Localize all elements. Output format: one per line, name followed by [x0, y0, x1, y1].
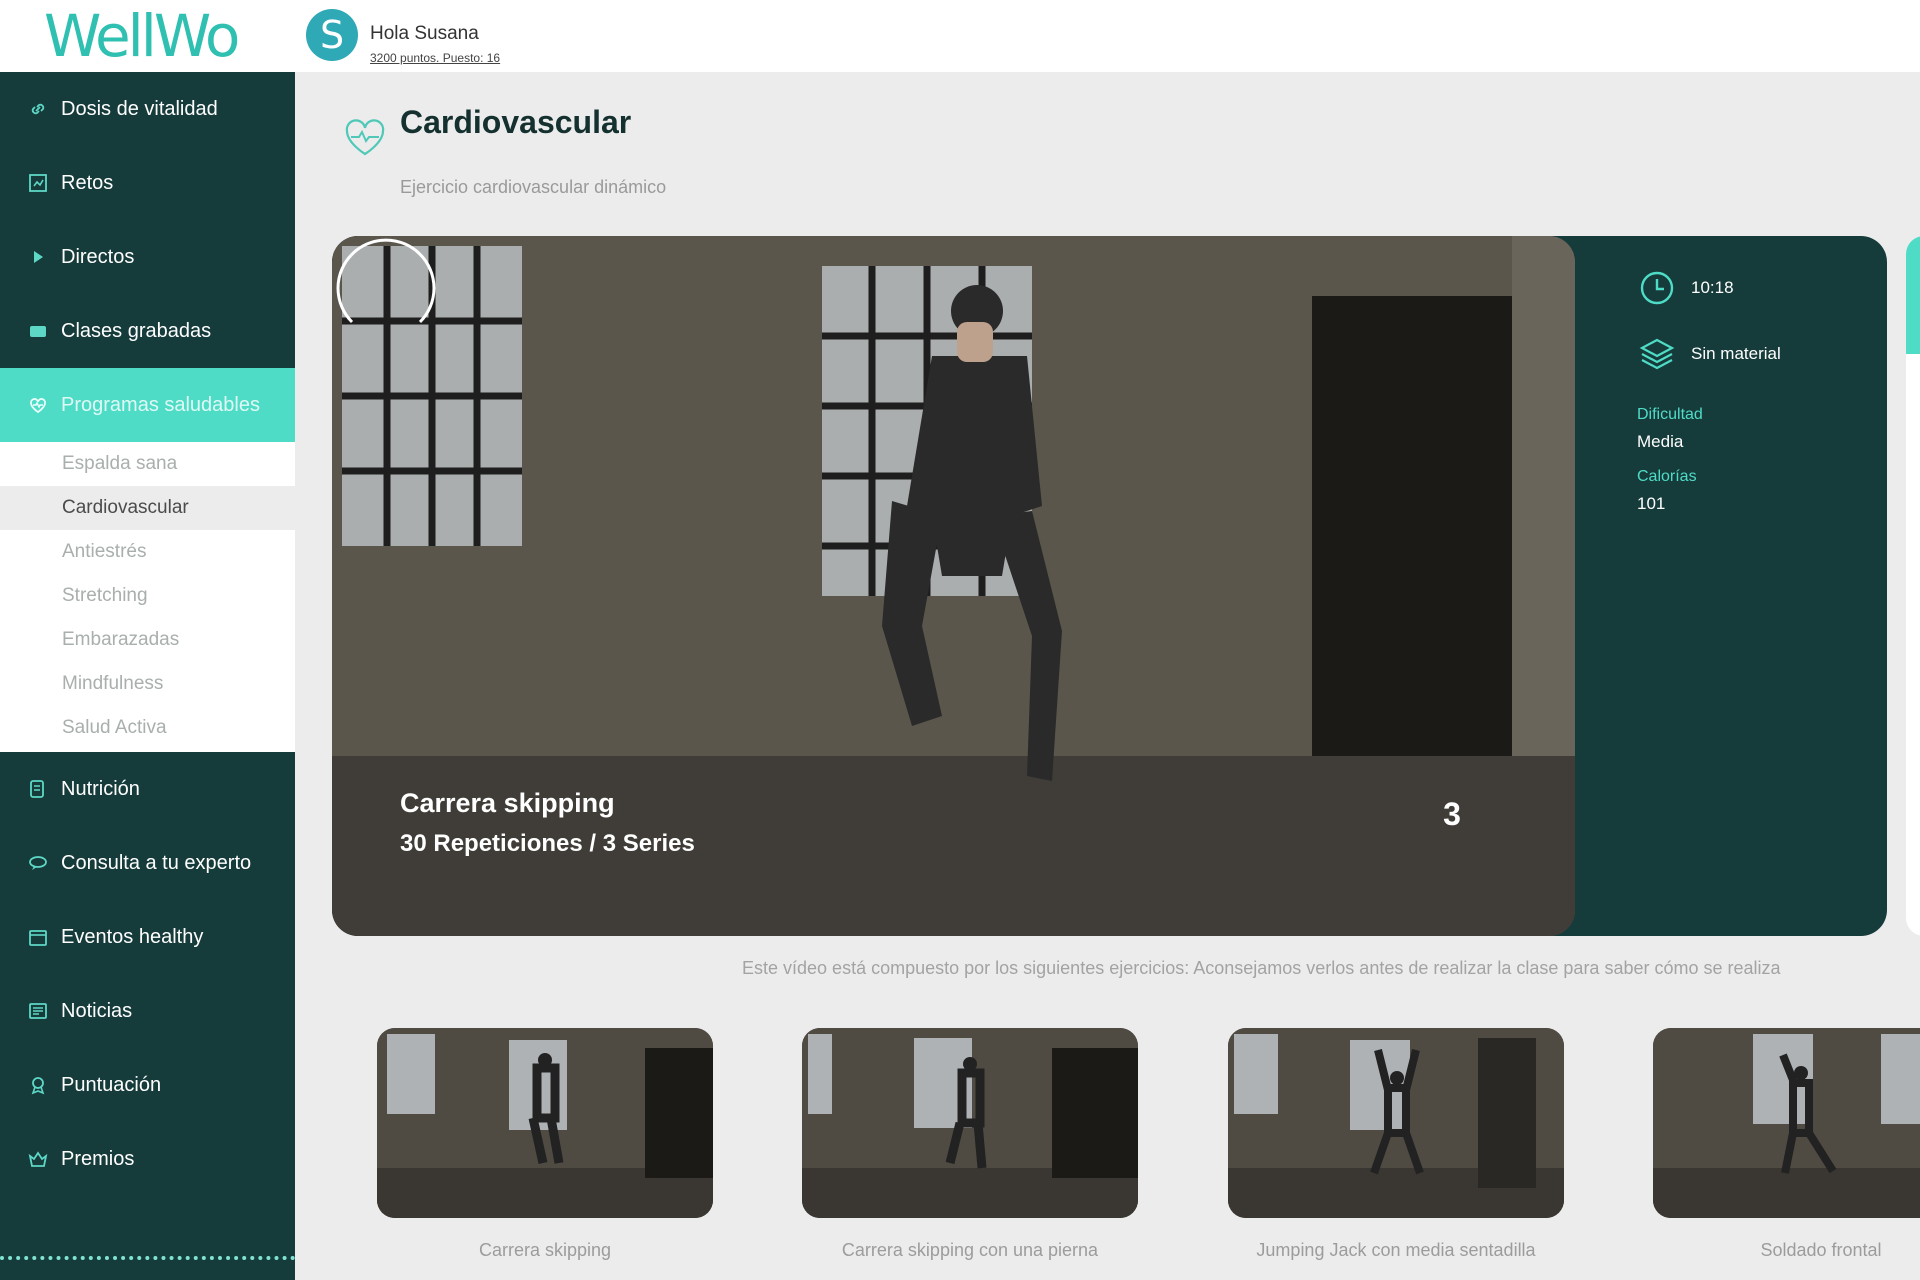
sidebar-item-eventos-healthy[interactable]: Eventos healthy [0, 900, 295, 974]
sidebar-item-label: Puntuación [61, 1073, 162, 1096]
video-icon [25, 320, 51, 342]
duration-value: 10:18 [1691, 278, 1734, 297]
sidebar-item-label: Nutrición [61, 777, 140, 800]
layers-icon [1637, 334, 1677, 374]
crown-icon [25, 1148, 51, 1170]
exercise-thumbnail[interactable] [377, 1028, 713, 1218]
chat-icon [25, 852, 51, 874]
difficulty-value: Media [1637, 432, 1684, 451]
avatar[interactable]: S [306, 9, 358, 61]
exercise-caption: Carrera skipping con una pierna [841, 1240, 1099, 1260]
sidebar-item-clases-grabadas[interactable]: Clases grabadas [0, 294, 295, 368]
sidebar: Dosis de vitalidad Retos Directos Clases… [0, 72, 295, 1280]
submenu-item-salud-activa[interactable]: Salud Activa [0, 706, 295, 750]
sidebar-item-nutricion[interactable]: Nutrición [0, 752, 295, 826]
sidebar-item-premios[interactable]: Premios [0, 1122, 295, 1196]
page-subtitle: Ejercicio cardiovascular dinámico [400, 177, 667, 197]
sidebar-item-label: Eventos healthy [61, 925, 204, 948]
next-card-edge[interactable] [1906, 236, 1920, 936]
thumbnail-image [1228, 1028, 1564, 1218]
sidebar-item-puntuacion[interactable]: Puntuación [0, 1048, 295, 1122]
thumbnail-image [1653, 1028, 1920, 1218]
submenu-item-antiestres[interactable]: Antiestrés [0, 530, 295, 574]
video-info-panel: 10:18 Sin material Dificultad Media Calo… [1607, 236, 1887, 936]
exercise-caption: Carrera skipping [478, 1240, 612, 1260]
exercise-video-player[interactable]: Carrera skipping 30 Repeticiones / 3 Ser… [332, 236, 1575, 936]
sidebar-item-dosis-de-vitalidad[interactable]: Dosis de vitalidad [0, 72, 295, 146]
page-title: Cardiovascular [400, 104, 632, 140]
exercises-note: Este vídeo está compuesto por los siguie… [742, 958, 1781, 978]
play-icon [25, 246, 51, 268]
nutrition-icon [25, 778, 51, 800]
news-icon [25, 1000, 51, 1022]
countdown-ring-icon [336, 238, 436, 324]
programas-submenu: Espalda sana Cardiovascular Antiestrés S… [0, 442, 295, 752]
duration-row: 10:18 [1637, 268, 1734, 308]
material-row: Sin material [1637, 334, 1781, 374]
submenu-item-mindfulness[interactable]: Mindfulness [0, 662, 295, 706]
current-exercise-name: Carrera skipping [400, 788, 615, 818]
clock-icon [1637, 268, 1677, 308]
difficulty-label: Dificultad [1637, 406, 1703, 423]
user-profile[interactable]: S Hola Susana 3200 puntos. Puesto: 16 [306, 9, 500, 65]
submenu-item-embarazadas[interactable]: Embarazadas [0, 618, 295, 662]
challenge-icon [25, 172, 51, 194]
sidebar-item-label: Premios [61, 1147, 135, 1170]
submenu-item-espalda-sana[interactable]: Espalda sana [0, 442, 295, 486]
top-bar: WellWo S Hola Susana 3200 puntos. Puesto… [0, 0, 1920, 72]
sidebar-item-label: Noticias [61, 999, 133, 1022]
calories-label: Calorías [1637, 468, 1697, 485]
sidebar-item-label: Clases grabadas [61, 319, 212, 342]
material-value: Sin material [1691, 344, 1781, 363]
sidebar-item-label: Retos [61, 171, 114, 194]
sidebar-item-label: Dosis de vitalidad [61, 97, 218, 120]
exercise-caption: Jumping Jack con media sentadilla [1256, 1240, 1536, 1260]
submenu-item-stretching[interactable]: Stretching [0, 574, 295, 618]
video-card: Carrera skipping 30 Repeticiones / 3 Ser… [332, 236, 1887, 936]
points-link[interactable]: 3200 puntos. Puesto: 16 [370, 51, 500, 65]
wellwo-logo[interactable]: WellWo [44, 4, 240, 68]
sidebar-item-directos[interactable]: Directos [0, 220, 295, 294]
submenu-item-cardiovascular[interactable]: Cardiovascular [0, 486, 295, 530]
sidebar-divider [0, 1256, 295, 1260]
sidebar-item-label: Consulta a tu experto [61, 851, 252, 874]
current-exercise-reps: 30 Repeticiones / 3 Series [400, 830, 695, 857]
exercise-thumbnail[interactable] [802, 1028, 1138, 1218]
award-icon [25, 1074, 51, 1096]
link-icon [25, 98, 51, 120]
sidebar-item-noticias[interactable]: Noticias [0, 974, 295, 1048]
greeting: Hola Susana [370, 23, 479, 44]
exercise-thumbnail[interactable] [1653, 1028, 1920, 1218]
heart-pulse-icon [343, 118, 387, 163]
countdown-number: 3 [1443, 796, 1461, 832]
sidebar-item-label: Programas saludables [61, 393, 260, 416]
heart-icon [25, 394, 51, 416]
thumbnail-image [802, 1028, 1138, 1218]
thumbnail-image [377, 1028, 713, 1218]
calories-value: 101 [1637, 494, 1666, 513]
sidebar-item-programas-saludables[interactable]: Programas saludables [0, 368, 295, 442]
sidebar-item-consulta-a-tu-experto[interactable]: Consulta a tu experto [0, 826, 295, 900]
sidebar-item-label: Directos [61, 245, 135, 268]
user-info: Hola Susana 3200 puntos. Puesto: 16 [370, 9, 500, 65]
sidebar-item-retos[interactable]: Retos [0, 146, 295, 220]
calendar-icon [25, 926, 51, 948]
exercise-caption: Soldado frontal [1760, 1240, 1882, 1260]
exercise-thumbnail[interactable] [1228, 1028, 1564, 1218]
